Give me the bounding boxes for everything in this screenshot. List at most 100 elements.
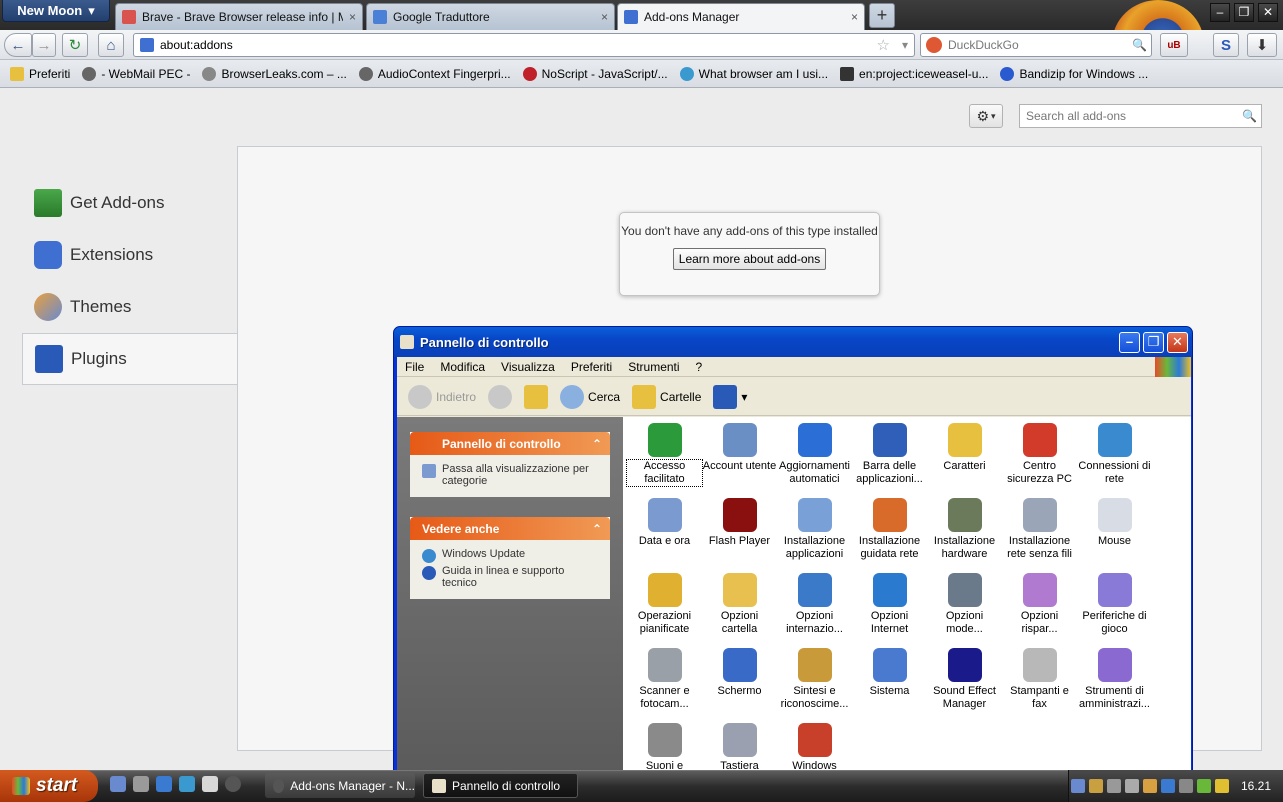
bookmark-bandizip[interactable]: Bandizip for Windows ... xyxy=(994,66,1154,81)
views-button[interactable]: ▾ xyxy=(710,384,750,409)
control-panel-item[interactable]: Centro sicurezza PC xyxy=(1002,419,1077,486)
sync-button[interactable]: S xyxy=(1213,33,1239,57)
category-get-addons[interactable]: Get Add-ons xyxy=(22,177,237,229)
control-panel-item[interactable]: Data e ora xyxy=(627,494,702,548)
control-panel-item[interactable]: Barra delle applicazioni... xyxy=(852,419,927,486)
control-panel-item[interactable]: Connessioni di rete xyxy=(1077,419,1152,486)
quicklaunch-browser-icon[interactable] xyxy=(225,776,241,792)
bookmark-iceweasel[interactable]: en:project:iceweasel-u... xyxy=(834,66,994,81)
downloads-button[interactable]: ⬇ xyxy=(1247,33,1277,57)
bookmark-preferiti[interactable]: Preferiti xyxy=(4,66,76,81)
tab-brave[interactable]: Brave - Brave Browser release info | Mal… xyxy=(115,3,363,30)
home-button[interactable]: ⌂ xyxy=(98,33,124,57)
minimize-button[interactable]: – xyxy=(1210,3,1230,22)
control-panel-item[interactable]: Installazione rete senza fili xyxy=(1002,494,1077,561)
quicklaunch-ie-icon[interactable] xyxy=(179,776,195,792)
control-panel-item[interactable]: Scanner e fotocam... xyxy=(627,644,702,711)
tray-app-icon[interactable] xyxy=(1106,779,1121,793)
url-text[interactable]: about:addons xyxy=(160,38,233,52)
new-tab-button[interactable]: + xyxy=(869,3,895,28)
bookmark-browserleaks[interactable]: BrowserLeaks.com – ... xyxy=(196,66,352,81)
menu-preferiti[interactable]: Preferiti xyxy=(563,360,620,374)
history-dropdown-icon[interactable]: ▾ xyxy=(896,38,914,52)
control-panel-item[interactable]: Windows xyxy=(777,719,852,770)
category-themes[interactable]: Themes xyxy=(22,281,237,333)
addons-search-input[interactable]: Search all add-ons 🔍 xyxy=(1019,104,1262,128)
forward-button[interactable]: → xyxy=(32,33,56,57)
back-button[interactable]: ← xyxy=(4,33,32,57)
control-panel-item[interactable]: Periferiche di gioco xyxy=(1077,569,1152,636)
addon-tools-button[interactable]: ⚙ ▾ xyxy=(969,104,1003,128)
category-extensions[interactable]: Extensions xyxy=(22,229,237,281)
menu-help[interactable]: ? xyxy=(688,360,711,374)
control-panel-item[interactable]: Opzioni mode... xyxy=(927,569,1002,636)
collapse-icon[interactable]: ⌃ xyxy=(592,522,602,536)
task-panel-header[interactable]: Pannello di controllo ⌃ xyxy=(410,432,610,455)
control-panel-item[interactable]: Aggiornamenti automatici xyxy=(777,419,852,486)
usb-icon[interactable] xyxy=(1124,779,1139,793)
windows-update-link[interactable]: Windows Update xyxy=(422,548,602,563)
ublock-button[interactable]: uB xyxy=(1160,33,1188,57)
bookmark-audiocontext[interactable]: AudioContext Fingerpri... xyxy=(353,66,517,81)
control-panel-item[interactable]: Schermo xyxy=(702,644,777,698)
close-tab-icon[interactable]: × xyxy=(601,10,608,24)
close-tab-icon[interactable]: × xyxy=(851,10,858,24)
control-panel-item[interactable]: Installazione hardware xyxy=(927,494,1002,561)
control-panel-item[interactable]: Stampanti e fax xyxy=(1002,644,1077,711)
search-bar[interactable]: DuckDuckGo 🔍 xyxy=(920,33,1152,57)
quicklaunch-search-icon[interactable] xyxy=(156,776,172,792)
control-panel-item[interactable]: Opzioni rispar... xyxy=(1002,569,1077,636)
task-addons-manager[interactable]: Add-ons Manager - N... xyxy=(265,773,415,798)
menu-modifica[interactable]: Modifica xyxy=(432,360,493,374)
reload-button[interactable]: ↻ xyxy=(62,33,88,57)
control-panel-item[interactable]: Installazione guidata rete xyxy=(852,494,927,561)
learn-more-button[interactable]: Learn more about add-ons xyxy=(672,248,827,270)
control-panel-item[interactable]: Opzioni internazio... xyxy=(777,569,852,636)
folders-button[interactable]: Cartelle xyxy=(629,384,704,409)
close-tab-icon[interactable]: × xyxy=(349,10,356,24)
xp-close-button[interactable]: ✕ xyxy=(1167,332,1188,353)
sound-effect-icon[interactable] xyxy=(1160,779,1175,793)
control-panel-item[interactable]: Operazioni pianificate xyxy=(627,569,702,636)
bookmark-what-browser[interactable]: What browser am I usi... xyxy=(674,66,834,81)
security-shield-icon[interactable] xyxy=(1214,779,1229,793)
control-panel-item[interactable]: Opzioni Internet xyxy=(852,569,927,636)
control-panel-item[interactable]: Strumenti di amministrazi... xyxy=(1077,644,1152,711)
keyboard-layout-icon[interactable] xyxy=(1196,779,1211,793)
shield-icon[interactable] xyxy=(1088,779,1103,793)
back-button[interactable]: Indietro xyxy=(405,384,479,409)
tab-addons-manager[interactable]: Add-ons Manager × xyxy=(617,3,865,30)
menu-file[interactable]: File xyxy=(397,360,432,374)
quicklaunch-desktop-icon[interactable] xyxy=(110,776,126,792)
control-panel-item[interactable]: Sintesi e riconoscime... xyxy=(777,644,852,711)
network-icon[interactable] xyxy=(1070,779,1085,793)
quicklaunch-mail-icon[interactable] xyxy=(202,776,218,792)
collapse-icon[interactable]: ⌃ xyxy=(592,437,602,451)
app-menu-button[interactable]: New Moon ▾ xyxy=(2,0,110,22)
bookmark-webmail[interactable]: - WebMail PEC - xyxy=(76,66,196,81)
control-panel-item[interactable]: Mouse xyxy=(1077,494,1152,548)
forward-button[interactable] xyxy=(485,384,515,409)
switch-category-view-link[interactable]: Passa alla visualizzazione per categorie xyxy=(422,463,602,487)
up-folder-button[interactable] xyxy=(521,384,551,409)
search-go-icon[interactable]: 🔍 xyxy=(1132,38,1151,52)
control-panel-item[interactable]: Flash Player xyxy=(702,494,777,548)
task-panel-header[interactable]: Vedere anche ⌃ xyxy=(410,517,610,540)
quicklaunch-media-icon[interactable] xyxy=(133,776,149,792)
battery-icon[interactable] xyxy=(1142,779,1157,793)
control-panel-item[interactable]: Sound Effect Manager xyxy=(927,644,1002,711)
window-titlebar[interactable]: Pannello di controllo xyxy=(394,327,1192,357)
menu-visualizza[interactable]: Visualizza xyxy=(493,360,563,374)
display-icon[interactable] xyxy=(1178,779,1193,793)
xp-minimize-button[interactable]: – xyxy=(1119,332,1140,353)
maximize-button[interactable]: ❐ xyxy=(1234,3,1254,22)
bookmark-noscript[interactable]: NoScript - JavaScript/... xyxy=(517,66,674,81)
xp-maximize-button[interactable]: ❐ xyxy=(1143,332,1164,353)
control-panel-item[interactable]: Opzioni cartella xyxy=(702,569,777,636)
control-panel-item[interactable]: Caratteri xyxy=(927,419,1002,473)
url-bar[interactable]: about:addons ☆ ▾ xyxy=(133,33,915,57)
task-control-panel[interactable]: Pannello di controllo xyxy=(423,773,578,798)
control-panel-item[interactable]: Suoni e xyxy=(627,719,702,770)
category-plugins[interactable]: Plugins xyxy=(22,333,237,385)
help-support-link[interactable]: Guida in linea e supporto tecnico xyxy=(422,565,602,589)
